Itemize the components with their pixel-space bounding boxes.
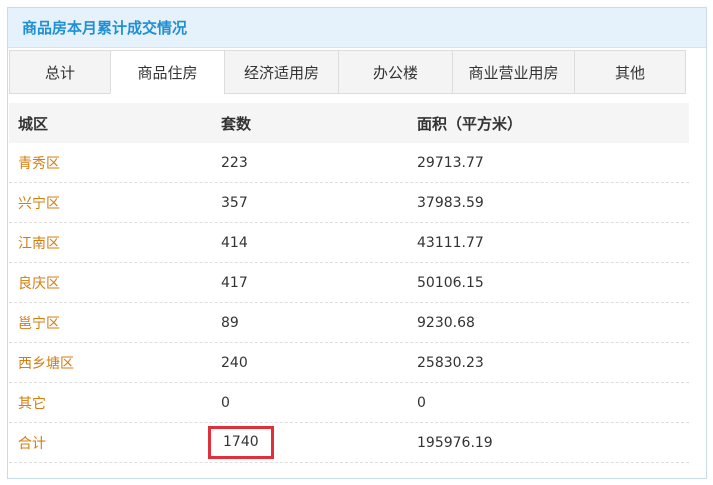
table-row: 其它 0 0 <box>9 383 689 423</box>
tab-other[interactable]: 其他 <box>574 50 686 94</box>
district-link[interactable]: 青秀区 <box>18 156 60 172</box>
area-cell: 50106.15 <box>417 274 484 291</box>
header-units: 套数 <box>221 114 252 133</box>
table-row: 江南区 414 43111.77 <box>9 223 689 263</box>
district-link[interactable]: 西乡塘区 <box>18 356 74 372</box>
table-row: 邕宁区 89 9230.68 <box>9 303 689 343</box>
tab-commercial-housing[interactable]: 商品住房 <box>110 50 225 94</box>
units-cell: 414 <box>221 234 248 251</box>
units-cell: 240 <box>221 354 248 371</box>
table-row: 良庆区 417 50106.15 <box>9 263 689 303</box>
units-cell: 417 <box>221 274 248 291</box>
tab-total[interactable]: 总计 <box>9 50 111 94</box>
table-header: 城区 套数 面积（平方米） <box>9 103 689 143</box>
header-district: 城区 <box>18 114 49 133</box>
units-cell: 223 <box>221 154 248 171</box>
tab-affordable-housing[interactable]: 经济适用房 <box>224 50 339 94</box>
highlighted-total-units: 1740 <box>208 426 274 459</box>
panel-header: 商品房本月累计成交情况 <box>8 8 706 48</box>
area-cell: 0 <box>417 394 426 411</box>
district-link[interactable]: 其它 <box>18 396 46 412</box>
total-label[interactable]: 合计 <box>18 436 46 452</box>
area-cell: 195976.19 <box>417 434 493 451</box>
table-row: 青秀区 223 29713.77 <box>9 143 689 183</box>
category-tabs: 总计 商品住房 经济适用房 办公楼 商业营业用房 其他 <box>9 50 686 94</box>
units-cell: 89 <box>221 314 239 331</box>
district-link[interactable]: 江南区 <box>18 236 60 252</box>
transaction-table: 城区 套数 面积（平方米） 青秀区 223 29713.77 兴宁区 357 3… <box>9 103 689 463</box>
units-cell: 0 <box>221 394 230 411</box>
area-cell: 37983.59 <box>417 194 484 211</box>
units-cell: 357 <box>221 194 248 211</box>
area-cell: 9230.68 <box>417 314 475 331</box>
table-row: 西乡塘区 240 25830.23 <box>9 343 689 383</box>
district-link[interactable]: 良庆区 <box>18 276 60 292</box>
tab-office[interactable]: 办公楼 <box>338 50 453 94</box>
area-cell: 25830.23 <box>417 354 484 371</box>
area-cell: 43111.77 <box>417 234 484 251</box>
table-row-total: 合计 1740 195976.19 <box>9 423 689 463</box>
header-area: 面积（平方米） <box>417 114 523 133</box>
district-link[interactable]: 邕宁区 <box>18 316 60 332</box>
panel-title: 商品房本月累计成交情况 <box>22 19 188 37</box>
tab-commercial-business[interactable]: 商业营业用房 <box>452 50 575 94</box>
table-row: 兴宁区 357 37983.59 <box>9 183 689 223</box>
district-link[interactable]: 兴宁区 <box>18 196 60 212</box>
area-cell: 29713.77 <box>417 154 484 171</box>
